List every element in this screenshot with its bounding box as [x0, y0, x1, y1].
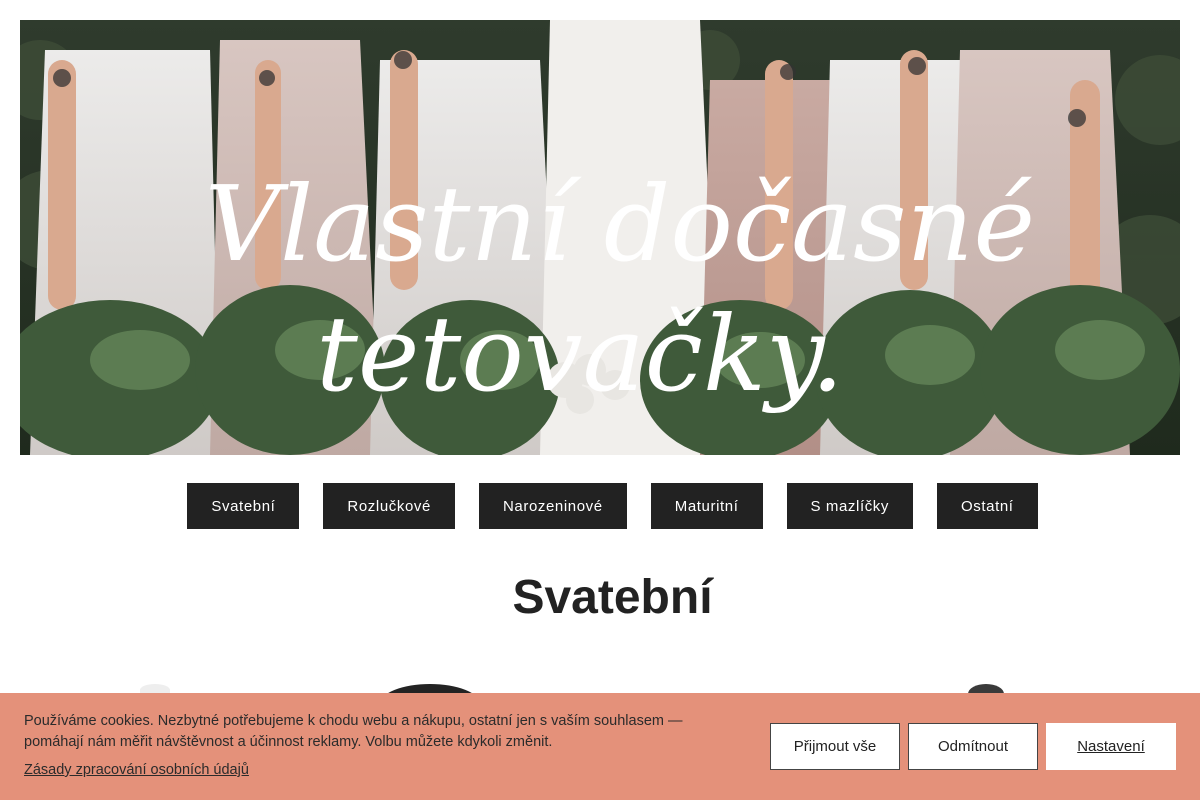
section-title: Svatební — [512, 571, 713, 624]
accept-all-button[interactable]: Přijmout vše — [770, 723, 900, 770]
cookie-message: Používáme cookies. Nezbytné potřebujeme … — [24, 713, 683, 750]
hero-photo: Vlastní dočasné tetovačky. — [20, 20, 1180, 455]
hero-banner: Vlastní dočasné tetovačky. — [20, 20, 1180, 455]
category-button-rozluckove[interactable]: Rozlučkové — [323, 483, 455, 529]
category-button-svatebni[interactable]: Svatební — [187, 483, 300, 529]
privacy-policy-link[interactable]: Zásady zpracování osobních údajů — [24, 762, 249, 778]
category-button-ostatni[interactable]: Ostatní — [937, 483, 1038, 529]
cookie-consent-bar: Používáme cookies. Nezbytné potřebujeme … — [0, 693, 1200, 800]
category-button-narozeninove[interactable]: Narozeninové — [478, 483, 627, 529]
hero-headline-line2: tetovačky. — [316, 293, 844, 415]
category-nav: Svatební Rozlučkové Narozeninové Maturit… — [0, 483, 1200, 529]
category-button-maturitni[interactable]: Maturitní — [650, 483, 763, 529]
cookie-settings-button[interactable]: Nastavení — [1046, 723, 1176, 770]
reject-button[interactable]: Odmítnout — [908, 723, 1038, 770]
hero-headline-line1: Vlastní dočasné — [205, 163, 1035, 285]
category-button-s-mazlicky[interactable]: S mazlíčky — [786, 483, 914, 529]
